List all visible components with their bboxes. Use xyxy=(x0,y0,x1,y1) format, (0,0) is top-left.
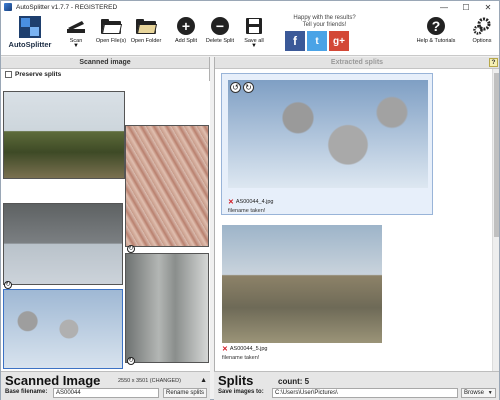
options-button[interactable]: Options xyxy=(469,16,495,44)
split-item[interactable]: ✕ AS00044_5.jpg filename taken! xyxy=(221,225,387,361)
scan-button[interactable]: Scan ▼ xyxy=(65,16,87,49)
window-title: AutoSplitter v1.7.7 - REGISTERED xyxy=(16,3,118,11)
question-mark-icon: ? xyxy=(427,17,445,35)
splits-count: count: 5 xyxy=(278,377,310,386)
splits-scroll-thumb[interactable] xyxy=(494,73,499,237)
browse-dropdown-icon[interactable]: ▼ xyxy=(488,390,493,396)
split-item[interactable]: ↺ ↻ ✕ AS00044_4.jpg filename taken! xyxy=(221,73,433,215)
close-button[interactable]: ✕ xyxy=(477,1,499,13)
preserve-splits-option[interactable]: Preserve splits xyxy=(1,69,209,80)
rotate-handle-icon[interactable]: ↻ xyxy=(127,357,135,365)
extracted-splits-header: Extracted splits ? xyxy=(215,57,499,69)
help-badge-icon[interactable]: ? xyxy=(489,58,498,67)
gears-icon xyxy=(472,16,492,36)
share-prompt: Happy with the results? Tell your friend… xyxy=(267,15,382,29)
splits-scrollbar[interactable] xyxy=(492,69,499,371)
error-x-icon: ✕ xyxy=(228,199,234,206)
browse-button[interactable]: Browse ▼ xyxy=(461,388,496,398)
open-files-label: Open File(s) xyxy=(95,38,127,44)
scanned-photo-5[interactable] xyxy=(3,289,123,369)
split-filename: ✕ AS00044_4.jpg xyxy=(228,198,274,206)
scanned-image-footer: Scanned Image 2550 x 3501 (CHANGED) ▲ Ba… xyxy=(1,371,210,400)
open-folder-button[interactable]: Open Folder xyxy=(129,16,163,44)
scan-dropdown-icon[interactable]: ▼ xyxy=(65,43,87,49)
rotate-left-icon[interactable]: ↺ xyxy=(230,82,241,93)
app-icon xyxy=(4,3,12,11)
split-filename-text: AS00044_5.jpg xyxy=(229,346,268,352)
scanned-image-title: Scanned image xyxy=(79,59,131,66)
scanned-photo-2[interactable] xyxy=(125,125,209,247)
save-images-label: Save images to: xyxy=(218,389,264,395)
open-folder-icon xyxy=(101,16,123,36)
scanned-photo-1[interactable] xyxy=(3,91,125,179)
scanned-photo-4[interactable] xyxy=(125,253,209,363)
splits-footer-title: Splits xyxy=(218,373,254,388)
delete-split-label: Delete Split xyxy=(205,38,235,44)
autosplitter-logo-icon xyxy=(19,16,41,38)
split-filename: ✕ AS00044_5.jpg xyxy=(222,345,268,353)
split-thumbnail[interactable] xyxy=(222,225,382,343)
split-status: filename taken! xyxy=(222,355,260,361)
base-filename-label: Base filename: xyxy=(5,389,48,395)
add-split-label: Add Split xyxy=(174,38,197,44)
open-files-button[interactable]: Open File(s) xyxy=(93,16,129,44)
maximize-button[interactable]: ☐ xyxy=(455,1,477,13)
preserve-splits-checkbox[interactable] xyxy=(5,71,12,78)
splits-footer: Splits count: 5 Save images to: C:\Users… xyxy=(214,371,499,400)
rotate-right-icon[interactable]: ↻ xyxy=(243,82,254,93)
open-folder-label: Open Folder xyxy=(130,38,162,44)
split-filename-text: AS00044_4.jpg xyxy=(235,199,274,205)
error-x-icon: ✕ xyxy=(222,346,228,353)
share-line-1: Happy with the results? xyxy=(293,15,356,21)
minimize-button[interactable]: — xyxy=(433,1,455,13)
rotate-handle-icon[interactable]: ↻ xyxy=(127,245,135,253)
google-plus-icon[interactable]: g+ xyxy=(329,31,349,51)
scanned-image-footer-title: Scanned Image xyxy=(5,373,101,388)
rename-splits-button[interactable]: Rename splits xyxy=(163,388,207,398)
help-button[interactable]: ? Help & Tutorials xyxy=(413,16,459,44)
rotate-handle-icon[interactable]: ↻ xyxy=(4,281,12,289)
collapse-arrow-icon[interactable]: ▲ xyxy=(200,377,207,384)
social-buttons: f t g+ xyxy=(285,31,349,51)
split-status: filename taken! xyxy=(228,208,266,214)
toolbar: AutoSplitter Scan ▼ Open File(s) Open Fo… xyxy=(1,13,499,56)
window-controls: — ☐ ✕ xyxy=(433,1,499,13)
facebook-icon[interactable]: f xyxy=(285,31,305,51)
extracted-splits-title: Extracted splits xyxy=(330,59,384,66)
save-dropdown-icon[interactable]: ▼ xyxy=(241,43,267,49)
split-thumbnail[interactable] xyxy=(228,80,428,188)
app-window: AutoSplitter v1.7.7 - REGISTERED — ☐ ✕ A… xyxy=(0,0,500,400)
app-logo: AutoSplitter xyxy=(5,15,55,53)
scanned-image-header: Scanned image xyxy=(1,57,209,69)
floppy-disk-icon xyxy=(244,16,264,36)
logo-text: AutoSplitter xyxy=(8,40,52,49)
preserve-splits-label: Preserve splits xyxy=(15,71,62,78)
scanned-photo-3[interactable] xyxy=(3,203,123,285)
twitter-icon[interactable]: t xyxy=(307,31,327,51)
plus-icon: + xyxy=(177,17,195,35)
help-label: Help & Tutorials xyxy=(416,38,456,44)
folder-icon xyxy=(136,16,158,36)
scanned-image-pane: Scanned image Preserve splits ↻ ↻ ↻ xyxy=(1,57,210,371)
share-line-2: Tell your friends! xyxy=(302,22,347,28)
extracted-splits-pane: Extracted splits ? ↺ ↻ ✕ AS00044_4.jpg f… xyxy=(214,57,499,371)
add-split-button[interactable]: + Add Split xyxy=(173,16,199,44)
minus-icon: − xyxy=(211,17,229,35)
title-bar: AutoSplitter v1.7.7 - REGISTERED — ☐ ✕ xyxy=(1,1,499,13)
image-dimensions: 2550 x 3501 (CHANGED) xyxy=(118,378,181,384)
options-label: Options xyxy=(472,38,492,44)
save-all-button[interactable]: Save all ▼ xyxy=(241,16,267,49)
base-filename-input[interactable]: AS00044 xyxy=(53,388,159,398)
scanner-icon xyxy=(66,16,86,36)
delete-split-button[interactable]: − Delete Split xyxy=(203,16,237,44)
browse-label: Browse xyxy=(464,390,485,396)
scanned-image-canvas[interactable]: ↻ ↻ ↻ xyxy=(1,81,210,371)
save-path-input[interactable]: C:\Users\User\Pictures\ xyxy=(272,388,458,398)
